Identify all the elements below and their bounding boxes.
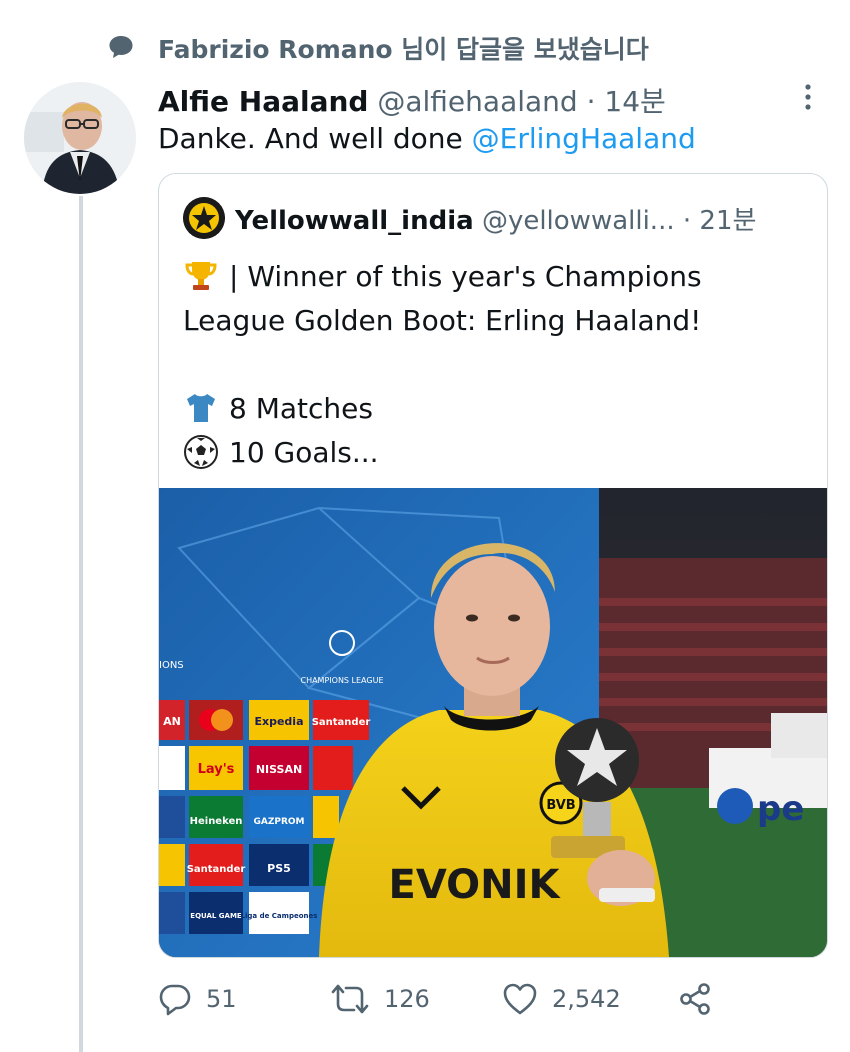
sponsor-9: EQUAL GAME bbox=[190, 912, 242, 920]
reply-icon bbox=[159, 984, 191, 1016]
quoted-author-name[interactable]: Yellowwall_india bbox=[235, 206, 474, 236]
sponsor-10: Liga de Campeones bbox=[241, 912, 318, 920]
retweet-button[interactable]: 126 bbox=[330, 982, 430, 1016]
reply-button[interactable]: 51 bbox=[158, 982, 237, 1016]
like-button[interactable]: 2,542 bbox=[502, 982, 621, 1016]
author-handle[interactable]: @alfiehaaland bbox=[377, 85, 577, 118]
quoted-time[interactable]: 21분 bbox=[699, 206, 756, 236]
club-badge-text: BVB bbox=[546, 798, 575, 813]
quoted-line-4: 10 Goals... bbox=[229, 435, 379, 469]
header-separator: · bbox=[586, 85, 596, 118]
sponsor-2: Santander bbox=[312, 717, 371, 728]
share-button[interactable] bbox=[678, 982, 726, 1016]
photo-scene: pe CHAMPIONS LEAGUE IONS AN Expedia Sant… bbox=[159, 488, 827, 957]
tweet-text-body: Danke. And well done bbox=[158, 122, 472, 155]
thread-line bbox=[79, 196, 83, 1052]
reply-context-label[interactable]: Fabrizio Romano 님이 답글을 보냈습니다 bbox=[158, 30, 649, 66]
more-options-icon[interactable] bbox=[800, 82, 816, 112]
quoted-header: Yellowwall_india @yellowwalli... · 21분 bbox=[235, 200, 756, 237]
author-name[interactable]: Alfie Haaland bbox=[158, 85, 368, 118]
tweet-header: Alfie Haaland @alfiehaaland · 14분 bbox=[158, 80, 666, 120]
quoted-media-image[interactable]: pe CHAMPIONS LEAGUE IONS AN Expedia Sant… bbox=[159, 488, 827, 957]
like-count: 2,542 bbox=[552, 985, 621, 1013]
share-icon bbox=[680, 983, 710, 1015]
tweet-time[interactable]: 14분 bbox=[604, 85, 665, 118]
trophy-icon bbox=[185, 262, 217, 290]
board-edge-text: IONS bbox=[159, 660, 184, 671]
sponsor-8: PS5 bbox=[267, 862, 291, 875]
quoted-avatar[interactable] bbox=[183, 197, 225, 239]
yellowwall-logo bbox=[183, 197, 225, 239]
heart-icon bbox=[503, 983, 537, 1015]
action-bar: 51 126 2,542 bbox=[158, 982, 758, 1022]
reply-count: 51 bbox=[206, 985, 237, 1013]
soccer-ball-icon bbox=[184, 435, 218, 469]
quoted-author-handle[interactable]: @yellowwalli... bbox=[482, 206, 675, 236]
ucl-board-text: CHAMPIONS LEAGUE bbox=[300, 676, 383, 685]
avatar[interactable] bbox=[24, 82, 136, 194]
quoted-tweet[interactable]: Yellowwall_india @yellowwalli... · 21분 |… bbox=[158, 173, 828, 958]
quoted-text: | Winner of this year's Champions League… bbox=[183, 254, 702, 474]
shirt-icon bbox=[187, 394, 215, 422]
retweet-icon bbox=[331, 984, 369, 1014]
sponsor-1: Expedia bbox=[254, 715, 303, 728]
sponsor-3: Lay's bbox=[198, 762, 235, 777]
quoted-separator: · bbox=[682, 206, 692, 236]
quoted-line-3: 8 Matches bbox=[229, 391, 373, 425]
quoted-line-1: | Winner of this year's Champions bbox=[229, 259, 702, 293]
ad-board-text: pe bbox=[757, 789, 804, 829]
sponsor-0: AN bbox=[163, 715, 181, 728]
reply-bubble-icon bbox=[109, 36, 133, 58]
sponsor-6: GAZPROM bbox=[253, 817, 304, 827]
shirt-sponsor-text: EVONIK bbox=[389, 862, 562, 908]
quoted-line-2: League Golden Boot: Erling Haaland! bbox=[183, 303, 702, 337]
sponsor-5: Heineken bbox=[190, 816, 243, 827]
sponsor-4: NISSAN bbox=[256, 763, 302, 776]
sponsor-7: Santander bbox=[187, 864, 246, 875]
avatar-photo bbox=[24, 82, 136, 194]
retweet-count: 126 bbox=[384, 985, 430, 1013]
tweet-text: Danke. And well done @ErlingHaaland bbox=[158, 122, 696, 155]
mention-link[interactable]: @ErlingHaaland bbox=[472, 122, 696, 155]
